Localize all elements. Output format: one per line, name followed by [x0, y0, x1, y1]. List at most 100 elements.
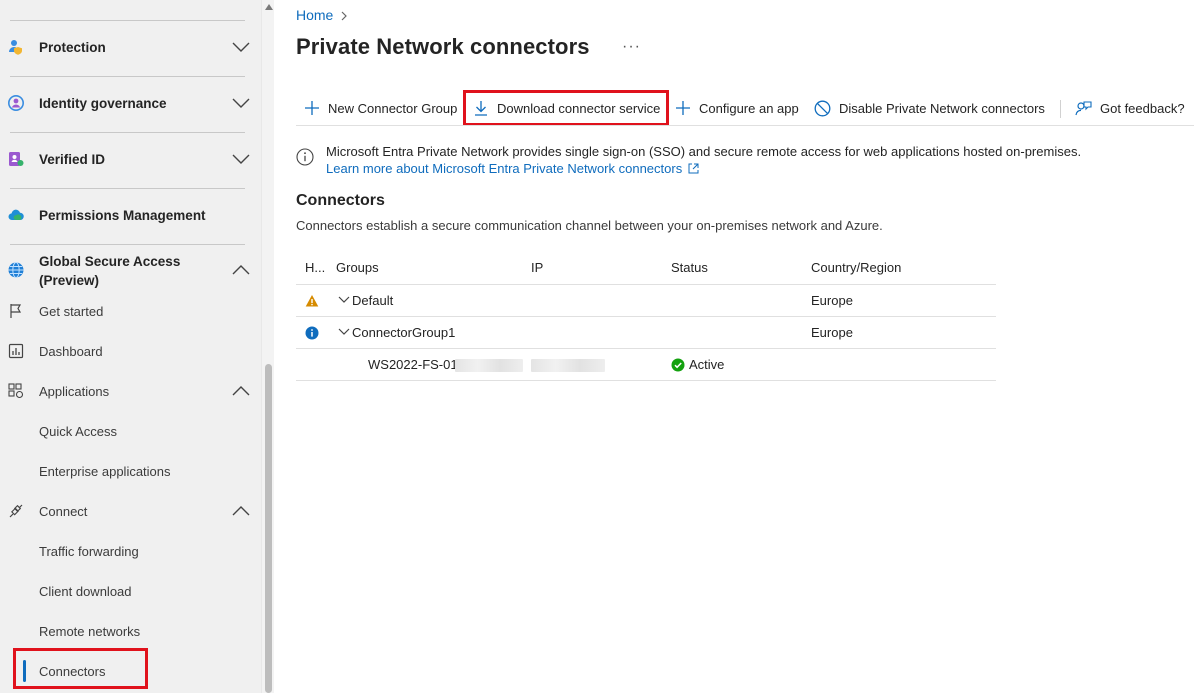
scroll-thumb[interactable]: [265, 364, 272, 693]
sidebar-item-enterprise-applications[interactable]: Enterprise applications: [0, 451, 261, 491]
sidebar-section-identity-governance[interactable]: Identity governance: [0, 75, 261, 131]
sidebar-item-connect[interactable]: Connect: [0, 491, 261, 531]
external-link-icon: [688, 163, 699, 174]
sidebar-divider: [10, 244, 245, 245]
globe-icon: [8, 262, 24, 278]
column-header-region[interactable]: Country/Region: [811, 260, 901, 275]
group-region: Europe: [811, 293, 853, 308]
flag-icon: [10, 304, 22, 318]
button-label: Disable Private Network connectors: [839, 100, 1045, 116]
sidebar-item-label: Client download: [39, 583, 132, 599]
sidebar-item-label: Enterprise applications: [39, 463, 171, 479]
toolbar-separator: [1060, 100, 1061, 118]
plus-icon: [676, 101, 690, 115]
sidebar-section-label: Protection: [39, 39, 106, 55]
scroll-up-arrow-icon[interactable]: [265, 4, 273, 10]
sidebar-section-label: Verified ID: [39, 151, 106, 167]
feedback-button[interactable]: Got feedback?: [1075, 92, 1185, 124]
connectors-description: Connectors establish a secure communicat…: [296, 218, 883, 233]
connectors-table: H... Groups IP Status Country/Region Def…: [296, 253, 996, 381]
sidebar: Protection Identity governance Verified …: [0, 0, 261, 693]
chevron-down-icon[interactable]: [232, 153, 250, 165]
verified-id-icon: [9, 152, 24, 166]
sidebar-section-global-secure-access[interactable]: Global Secure Access (Preview): [0, 250, 261, 292]
plug-icon: [9, 504, 23, 518]
sidebar-item-label: Traffic forwarding: [39, 543, 139, 559]
toolbar-divider: [296, 125, 1194, 126]
sidebar-item-label: Get started: [39, 303, 104, 319]
breadcrumb-home-link[interactable]: Home: [296, 7, 333, 23]
check-circle-icon: [671, 358, 685, 372]
plus-icon: [305, 101, 319, 115]
identity-governance-icon: [8, 95, 24, 111]
new-connector-group-button[interactable]: New Connector Group: [304, 92, 457, 124]
sidebar-section-label: Identity governance: [39, 95, 167, 111]
button-label: Configure an app: [699, 100, 799, 116]
highlight-box: [13, 648, 148, 689]
sidebar-section-protection[interactable]: Protection: [0, 19, 261, 75]
sidebar-item-label: Remote networks: [39, 623, 141, 639]
chevron-down-icon[interactable]: [338, 328, 350, 336]
chevron-down-icon[interactable]: [232, 97, 250, 109]
sidebar-section-label: Permissions Management: [39, 207, 206, 223]
sidebar-scrollbar[interactable]: [261, 0, 274, 693]
chevron-right-icon: [341, 11, 348, 20]
chevron-up-icon[interactable]: [232, 385, 250, 397]
dashboard-icon: [8, 343, 24, 359]
sidebar-item-label: Connect: [39, 503, 88, 519]
column-header-status[interactable]: Status: [671, 260, 708, 275]
info-icon: [296, 148, 314, 166]
warning-icon: [305, 295, 319, 307]
breadcrumb: Home: [296, 7, 348, 23]
applications-icon: [8, 383, 24, 399]
chevron-down-icon[interactable]: [338, 296, 350, 304]
table-header: H... Groups IP Status Country/Region: [296, 253, 996, 285]
column-header-health[interactable]: H...: [305, 260, 325, 275]
more-options-button[interactable]: ···: [622, 38, 641, 56]
info-filled-icon: [305, 326, 319, 340]
connectors-heading: Connectors: [296, 192, 385, 209]
highlight-box: [463, 90, 669, 126]
sidebar-section-permissions-management[interactable]: Permissions Management: [0, 187, 261, 243]
chevron-down-icon[interactable]: [232, 41, 250, 53]
sidebar-item-applications[interactable]: Applications: [0, 371, 261, 411]
sidebar-section-label-line2: (Preview): [39, 273, 100, 288]
chevron-up-icon[interactable]: [232, 264, 250, 276]
cloud-icon: [8, 209, 24, 221]
connector-status: Active: [689, 357, 725, 372]
feedback-icon: [1075, 100, 1092, 115]
connector-name[interactable]: WS2022-FS-01.: [368, 357, 461, 372]
table-row[interactable]: WS2022-FS-01. Active: [296, 349, 996, 381]
group-region: Europe: [811, 325, 853, 340]
learn-more-link[interactable]: Learn more about Microsoft Entra Private…: [326, 160, 699, 177]
sidebar-section-label: Global Secure Access: [39, 254, 181, 269]
button-label: New Connector Group: [328, 100, 458, 116]
column-header-ip[interactable]: IP: [531, 260, 543, 275]
button-label: Got feedback?: [1100, 100, 1185, 116]
chevron-up-icon[interactable]: [232, 505, 250, 517]
sidebar-item-dashboard[interactable]: Dashboard: [0, 331, 261, 371]
table-row[interactable]: Default Europe: [296, 285, 996, 317]
column-header-groups[interactable]: Groups: [336, 260, 379, 275]
sidebar-item-traffic-forwarding[interactable]: Traffic forwarding: [0, 531, 261, 571]
sidebar-item-get-started[interactable]: Get started: [0, 291, 261, 331]
sidebar-item-remote-networks[interactable]: Remote networks: [0, 611, 261, 651]
table-row[interactable]: ConnectorGroup1 Europe: [296, 317, 996, 349]
sidebar-section-verified-id[interactable]: Verified ID: [0, 131, 261, 187]
page-title: Private Network connectors: [296, 34, 590, 59]
sidebar-item-client-download[interactable]: Client download: [0, 571, 261, 611]
sidebar-item-quick-access[interactable]: Quick Access: [0, 411, 261, 451]
redacted-ip: [531, 359, 605, 372]
learn-more-link-text[interactable]: Learn more about Microsoft Entra Private…: [326, 160, 682, 177]
disable-connectors-button[interactable]: Disable Private Network connectors: [814, 92, 1045, 124]
configure-app-button[interactable]: Configure an app: [675, 92, 799, 124]
protection-icon: [9, 40, 22, 55]
command-bar: New Connector Group Download connector s…: [296, 92, 1194, 124]
redacted-hostname: [455, 359, 523, 372]
block-icon: [814, 100, 831, 116]
group-name: Default: [352, 293, 394, 308]
info-message: Microsoft Entra Private Network provides…: [326, 144, 1082, 159]
sidebar-item-label: Dashboard: [39, 343, 103, 359]
sidebar-item-label: Quick Access: [39, 423, 118, 439]
sidebar-item-label: Applications: [39, 383, 110, 399]
